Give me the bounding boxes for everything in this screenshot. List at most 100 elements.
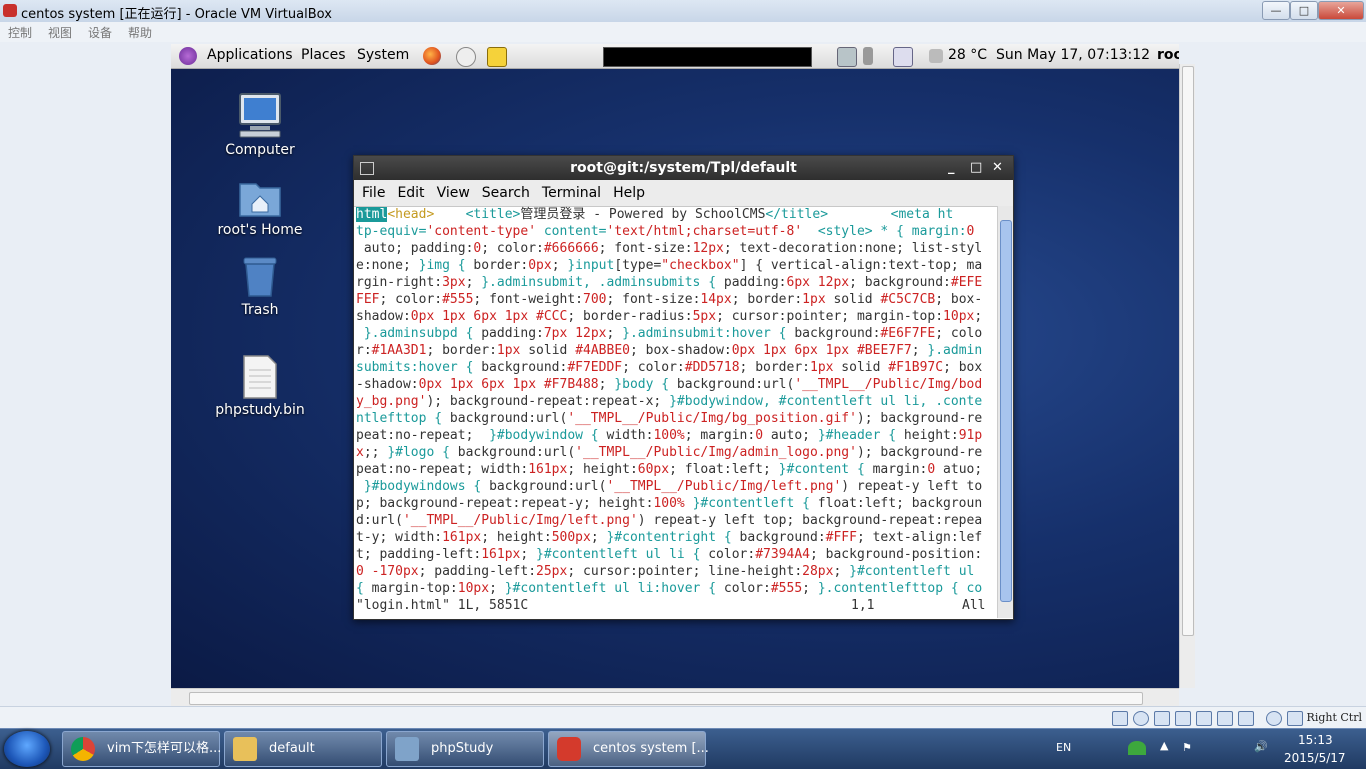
maximize-button[interactable]: □ xyxy=(1290,1,1318,20)
harddisk-icon[interactable] xyxy=(1112,711,1128,726)
task-virtualbox[interactable]: centos system [... xyxy=(548,731,709,767)
terminal-line: e:none; }img { border:0px; }input[type="… xyxy=(356,258,983,273)
terminal-line: t; padding-left:161px; }#contentleft ul … xyxy=(356,547,983,562)
menu-help[interactable]: Help xyxy=(613,185,645,201)
desktop-icon-phpstudy-bin[interactable]: phpstudy.bin xyxy=(210,354,310,418)
terminal-line: x;; }#logo { background:url('__TMPL__/Pu… xyxy=(356,445,983,460)
taskbar-date[interactable]: 2015/5/17 xyxy=(1284,751,1346,765)
terminal-line: p; background-repeat:repeat-y; height:10… xyxy=(356,496,983,511)
task-phpstudy[interactable]: phpStudy xyxy=(386,731,544,767)
gnome-foot-icon xyxy=(179,47,197,65)
show-hidden-icons[interactable]: ▲ xyxy=(1160,739,1168,752)
vbox-statusbar: Right Ctrl xyxy=(0,706,1366,729)
task-explorer[interactable]: default xyxy=(224,731,382,767)
host-key-label: Right Ctrl xyxy=(1306,711,1362,724)
terminal-line: }#bodywindows { background:url('__TMPL__… xyxy=(356,479,983,494)
menu-edit[interactable]: Edit xyxy=(397,185,424,201)
terminal-line: -shadow:0px 1px 6px 1px #F7B488; }body {… xyxy=(356,377,983,392)
home-folder-icon xyxy=(239,183,281,217)
terminal-scroll-thumb[interactable] xyxy=(1000,220,1012,602)
menu-control[interactable]: 控制 xyxy=(8,23,32,43)
trash-icon xyxy=(243,257,277,297)
menu-file[interactable]: File xyxy=(362,185,385,201)
terminal-line: tp-equiv='content-type' content='text/ht… xyxy=(356,224,975,239)
computer-icon xyxy=(239,93,281,138)
menu-view[interactable]: View xyxy=(437,185,470,201)
menu-help[interactable]: 帮助 xyxy=(128,23,152,43)
flag-icon[interactable]: ⚑ xyxy=(1182,741,1192,754)
network-icon[interactable] xyxy=(837,47,857,67)
network-adapter-icon[interactable] xyxy=(1175,711,1191,726)
guest-vertical-scrollbar[interactable] xyxy=(1179,64,1195,688)
temperature[interactable]: 28 °C xyxy=(948,47,987,63)
terminal-line: peat:no-repeat; }#bodywindow { width:100… xyxy=(356,428,983,443)
menu-applications[interactable]: Applications xyxy=(207,47,293,63)
task-chrome[interactable]: vim下怎样可以格... xyxy=(62,731,221,767)
speaker-icon[interactable]: 🔊 xyxy=(1254,740,1268,753)
firefox-icon[interactable] xyxy=(423,47,441,65)
terminal-line: ntlefttop { background:url('__TMPL__/Pub… xyxy=(356,411,983,426)
minimize-button[interactable]: — xyxy=(1262,1,1290,20)
terminal-line: FEF; color:#555; font-weight:700; font-s… xyxy=(356,292,983,307)
terminal-line: auto; padding:0; color:#666666; font-siz… xyxy=(356,241,983,256)
mail-clock-icon[interactable] xyxy=(456,47,476,67)
terminal-line: r:#1AA3D1; border:1px solid #4ABBE0; box… xyxy=(356,343,983,358)
close-button[interactable]: ✕ xyxy=(1318,1,1364,20)
menu-places[interactable]: Places xyxy=(301,47,346,63)
mouse-integration-icon[interactable] xyxy=(1266,711,1282,726)
terminal-window[interactable]: root@git:/system/Tpl/default _ □ ✕ File E… xyxy=(353,155,1014,620)
guest-vscroll-thumb[interactable] xyxy=(1182,66,1194,636)
terminal-line: 0 -170px; padding-left:25px; cursor:poin… xyxy=(356,564,975,579)
menu-view[interactable]: 视图 xyxy=(48,23,72,43)
terminal-line: peat:no-repeat; width:161px; height:60px… xyxy=(356,462,983,477)
terminal-line: submits:hover { background:#F7EDDF; colo… xyxy=(356,360,983,375)
virtualbox-task-icon xyxy=(557,737,581,761)
menu-system[interactable]: System xyxy=(357,47,409,63)
shared-folder-icon[interactable] xyxy=(1196,711,1212,726)
desktop-icon-computer[interactable]: Computer xyxy=(210,92,310,158)
menu-terminal[interactable]: Terminal xyxy=(542,185,601,201)
desktop-icon-trash[interactable]: Trash xyxy=(210,254,310,318)
terminal-scrollbar[interactable] xyxy=(997,206,1013,618)
language-indicator[interactable]: EN xyxy=(1056,741,1071,754)
volume-icon[interactable] xyxy=(863,47,873,65)
folder-icon xyxy=(233,737,257,761)
terminal-line: t-y; width:161px; height:500px; }#conten… xyxy=(356,530,983,545)
file-icon xyxy=(243,355,277,399)
terminal-title: root@git:/system/Tpl/default xyxy=(570,160,797,176)
terminal-close-button[interactable]: ✕ xyxy=(992,156,1003,180)
hidden-panel-area xyxy=(603,47,812,67)
display-icon[interactable] xyxy=(1217,711,1233,726)
menu-devices[interactable]: 设备 xyxy=(88,23,112,43)
host-key-icon[interactable] xyxy=(1287,711,1303,726)
notes-icon[interactable] xyxy=(487,47,507,67)
terminal-line: { margin-top:10px; }#contentleft ul li:h… xyxy=(356,581,983,596)
recording-icon[interactable] xyxy=(1238,711,1254,726)
wifi-icon[interactable] xyxy=(1128,741,1146,755)
terminal-content[interactable]: html<head> <title>管理员登录 - Powered by Sch… xyxy=(354,206,997,618)
taskbar-time[interactable]: 15:13 xyxy=(1298,733,1333,747)
optical-drive-icon[interactable] xyxy=(1133,711,1149,726)
terminal-titlebar[interactable]: root@git:/system/Tpl/default _ □ ✕ xyxy=(354,156,1013,180)
terminal-line: }.adminsubpd { padding:7px 12px; }.admin… xyxy=(356,326,983,341)
terminal-line: d:url('__TMPL__/Public/Img/left.png') re… xyxy=(356,513,983,528)
terminal-line: shadow:0px 1px 6px 1px #CCC; border-radi… xyxy=(356,309,983,324)
clock[interactable]: Sun May 17, 07:13:12 xyxy=(996,47,1150,63)
usb-icon[interactable] xyxy=(1154,711,1170,726)
terminal-line: rgin-right:3px; }.adminsubmit, .adminsub… xyxy=(356,275,983,290)
phpstudy-icon xyxy=(395,737,419,761)
desktop-icon-label: Computer xyxy=(225,142,295,158)
terminal-icon xyxy=(360,162,374,175)
guest-hscroll-thumb[interactable] xyxy=(189,692,1143,705)
terminal-minimize-button[interactable]: _ xyxy=(948,156,955,180)
user-menu[interactable]: roo xyxy=(1157,47,1179,63)
window-title: centos system [正在运行] - Oracle VM Virtual… xyxy=(21,7,332,22)
vbox-titlebar: centos system [正在运行] - Oracle VM Virtual… xyxy=(0,0,1366,23)
menu-search[interactable]: Search xyxy=(482,185,530,201)
guest-horizontal-scrollbar[interactable] xyxy=(171,688,1179,707)
desktop-icon-home[interactable]: root's Home xyxy=(210,174,310,238)
terminal-maximize-button[interactable]: □ xyxy=(970,156,982,180)
battery-icon[interactable] xyxy=(893,47,913,67)
desktop-icon-label: phpstudy.bin xyxy=(215,402,305,418)
start-button[interactable] xyxy=(4,731,50,767)
